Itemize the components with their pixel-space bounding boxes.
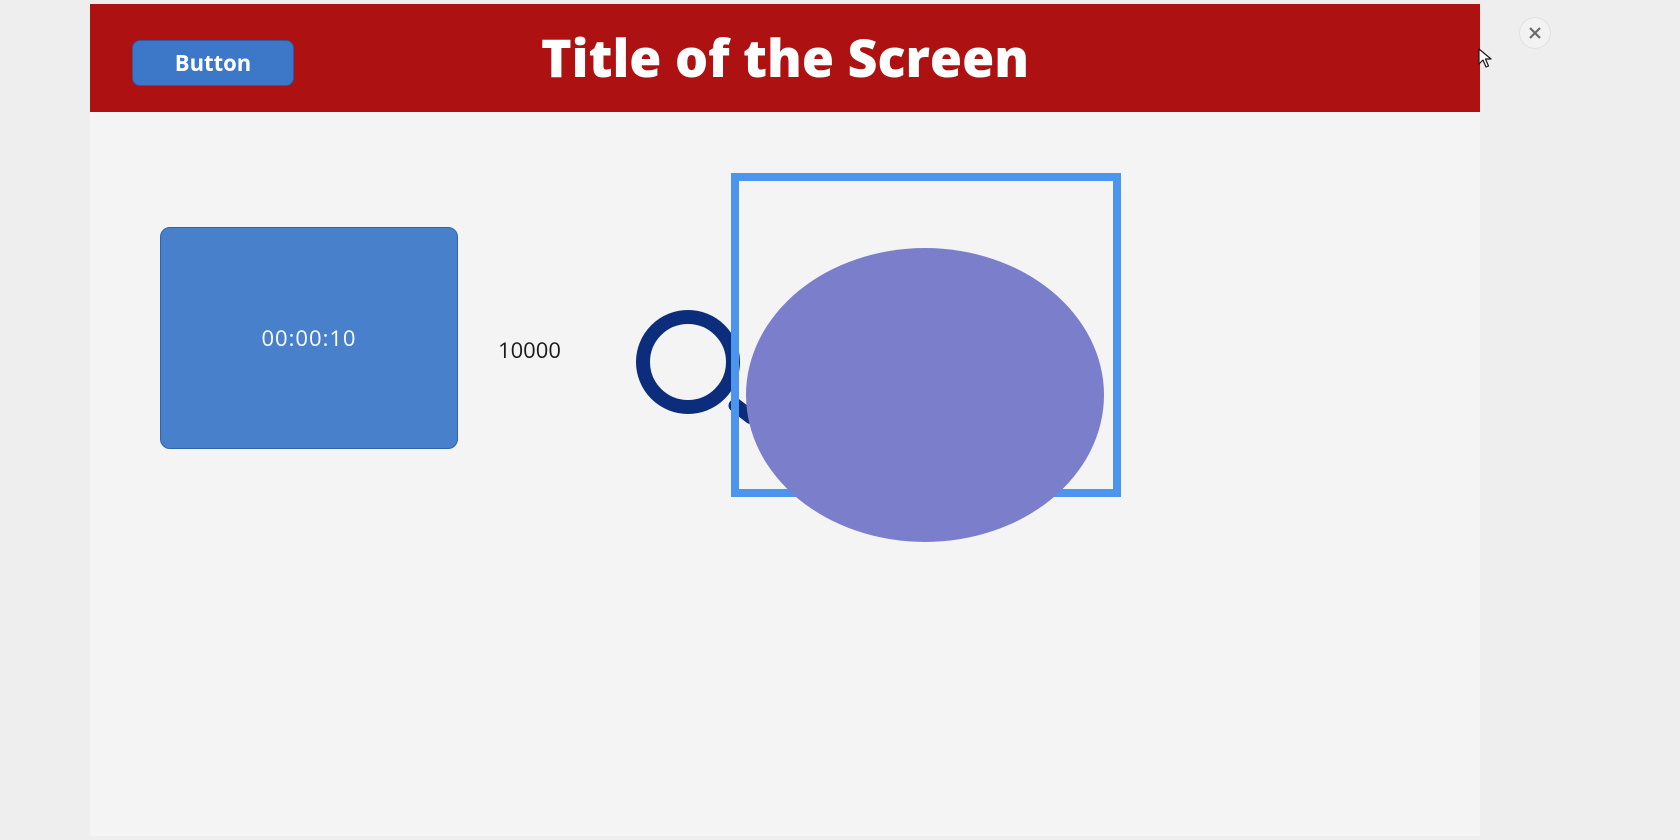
- header-button[interactable]: Button: [132, 40, 294, 86]
- close-icon: [1529, 22, 1541, 44]
- screen-panel: Button Title of the Screen 00:00:10 1000…: [90, 4, 1480, 836]
- close-button[interactable]: [1520, 18, 1550, 48]
- content-area: 00:00:10 10000: [90, 112, 1480, 836]
- cursor-icon: [1478, 48, 1494, 70]
- search-graphic-group: [635, 172, 1125, 512]
- search-icon: [636, 310, 740, 414]
- timer-card[interactable]: 00:00:10: [160, 227, 458, 449]
- ellipse-shape[interactable]: [746, 248, 1104, 542]
- header-bar: Button Title of the Screen: [90, 4, 1480, 112]
- page-title: Title of the Screen: [90, 32, 1480, 84]
- timer-value: 00:00:10: [261, 323, 356, 353]
- header-button-label: Button: [175, 48, 251, 78]
- numeric-value: 10000: [498, 335, 561, 365]
